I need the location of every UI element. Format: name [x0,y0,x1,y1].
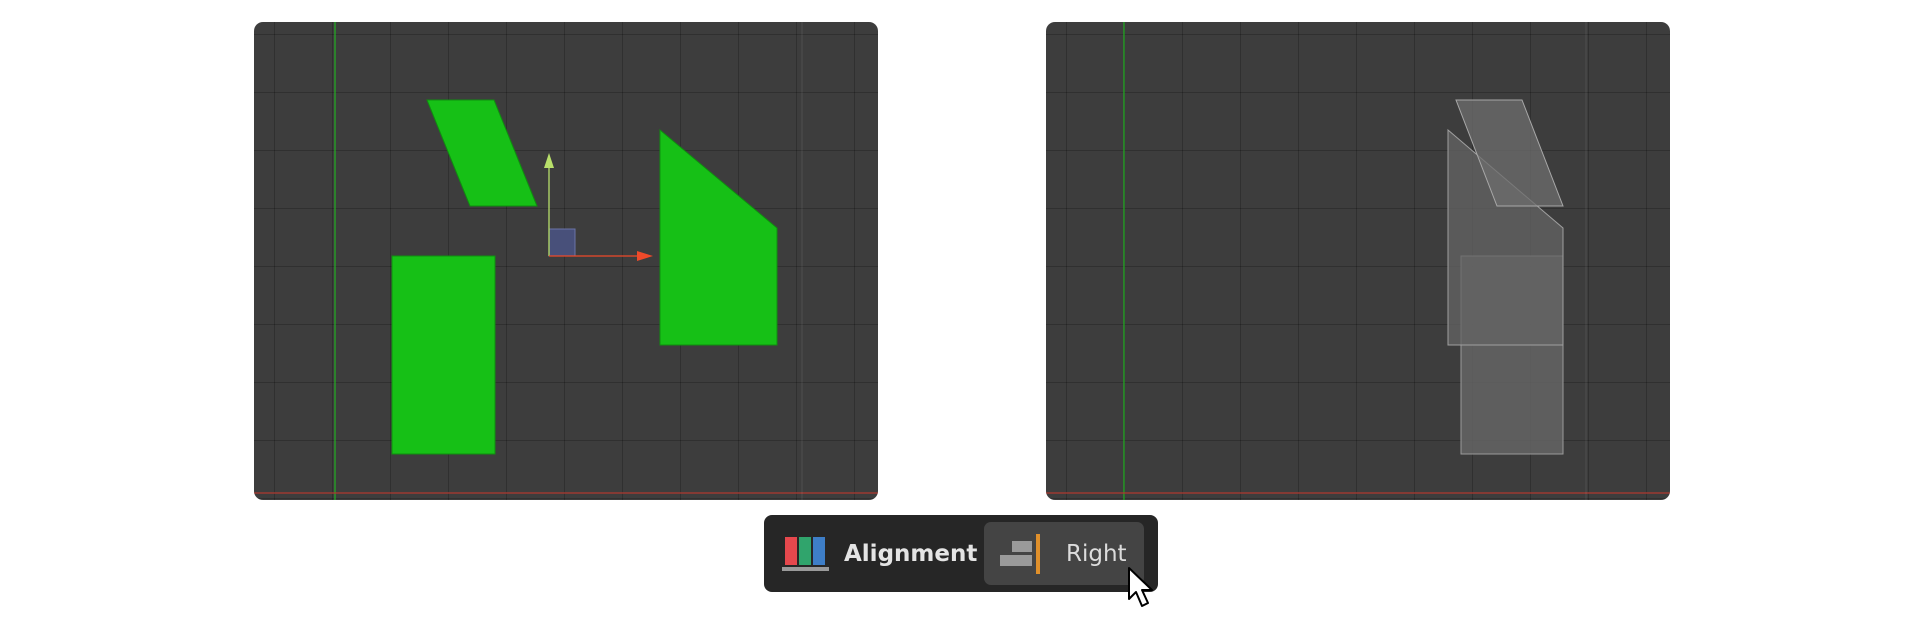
gizmo-plane-handle[interactable] [548,228,576,257]
align-right-icon [1000,534,1040,574]
align-button-label: Right [1066,541,1127,567]
align-right-button[interactable]: Right [984,522,1144,585]
parallelogram-shape[interactable] [426,99,538,207]
viewport-before[interactable] [254,22,878,500]
scene-after [1046,22,1670,500]
alignment-toolbar: Alignment Right [764,515,1158,592]
gizmo-x-arrow-icon[interactable] [637,251,653,261]
mouse-cursor-icon [1128,567,1153,607]
rectangle-shape[interactable] [391,255,496,455]
transform-gizmo[interactable] [544,153,653,261]
pentagon-shape[interactable] [659,128,778,346]
alignment-demo-stage: Alignment Right [0,0,1920,640]
scene-before [254,22,878,500]
toolbar-label: Alignment [844,541,978,567]
alignment-panels-icon [782,537,829,571]
gizmo-y-arrow-icon[interactable] [544,153,554,168]
viewport-after[interactable] [1046,22,1670,500]
